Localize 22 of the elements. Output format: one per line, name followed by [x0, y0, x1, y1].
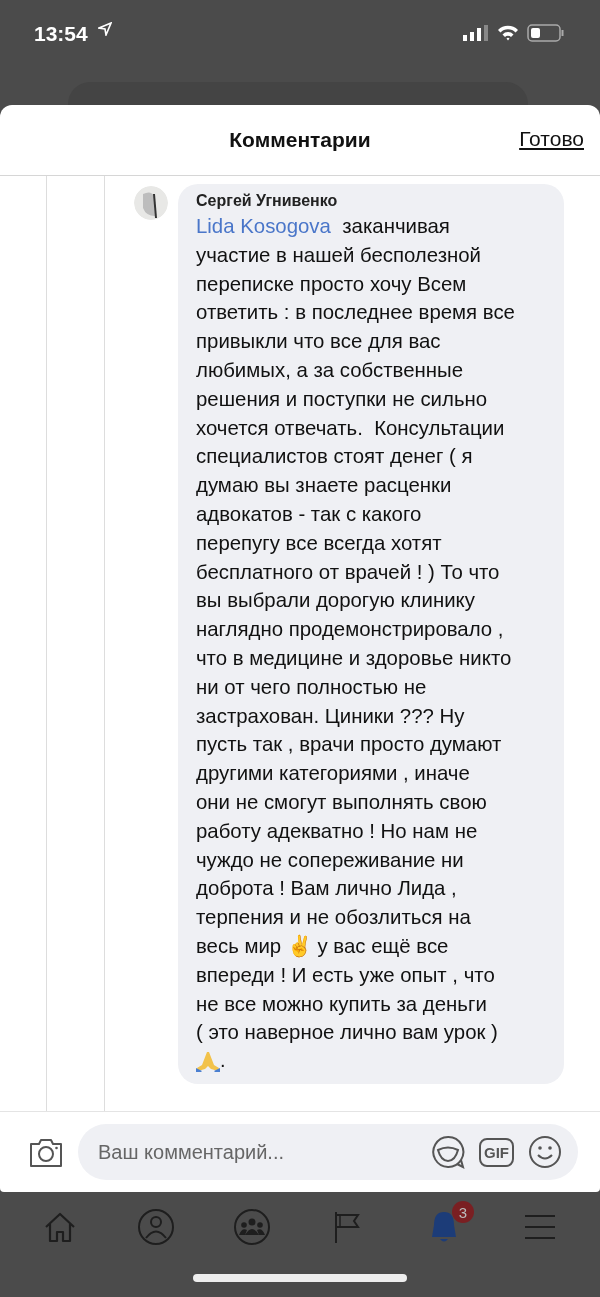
status-time: 13:54 — [34, 22, 88, 46]
comment-text: Lida Kosogova заканчивая участие в нашей бесполезной переписке просто хочу Всем ответить : в последнее время все привыкли что все для вас любимых, а за собственные решения и поступки не сильно хочется отвечать. Консультации специалистов стоят денег ( я думаю вы знаете расценки адвокатов - так с какого перепугу все всегда хотят бесплатного от врачей ! ) То что вы выбрали дорогую клинику наглядно продемонстрировало , что в медицине и здоровье никто ни от чего полностью не застрахован. Циники ??? Ну пусть так , врачи просто думают другими категориями , иначе они не смогут выполнять свою работу адекватно ! Но нам не чуждо не сопереживание ни доброта ! Вам лично Лида , терпения и не обозлиться на весь мир ✌ у вас ещё все впереди ! И есть уже опыт , что не все можно купить за деньги ( это наверное лично вам урок ) — [196, 214, 516, 1046]
tab-bar-button[interactable]: 3 — [414, 1201, 474, 1253]
signal-icon — [463, 25, 489, 41]
praying-hands-icon — [196, 1050, 220, 1073]
smiley-icon[interactable] — [528, 1135, 562, 1169]
done-button[interactable]: Готово — [519, 127, 584, 151]
location-arrow-icon — [98, 22, 112, 36]
sheet-title: Комментарии — [229, 128, 371, 152]
gif-button[interactable]: GIF — [479, 1137, 514, 1167]
sticker-icon[interactable] — [431, 1135, 465, 1169]
profile-icon — [138, 1209, 174, 1245]
camera-icon[interactable] — [28, 1136, 64, 1168]
notification-badge: 3 — [452, 1201, 474, 1223]
groups-icon — [234, 1209, 270, 1245]
wifi-icon — [497, 25, 519, 41]
comment-input-field[interactable]: Ваш комментарий... GIF — [78, 1124, 578, 1180]
comment-end-text: . — [220, 1049, 226, 1073]
battery-icon — [527, 24, 564, 42]
comment-author[interactable]: Сергей Угнивенко — [196, 192, 564, 210]
avatar[interactable] — [134, 186, 168, 220]
mention-link[interactable]: Lida Kosogova — [196, 215, 331, 237]
